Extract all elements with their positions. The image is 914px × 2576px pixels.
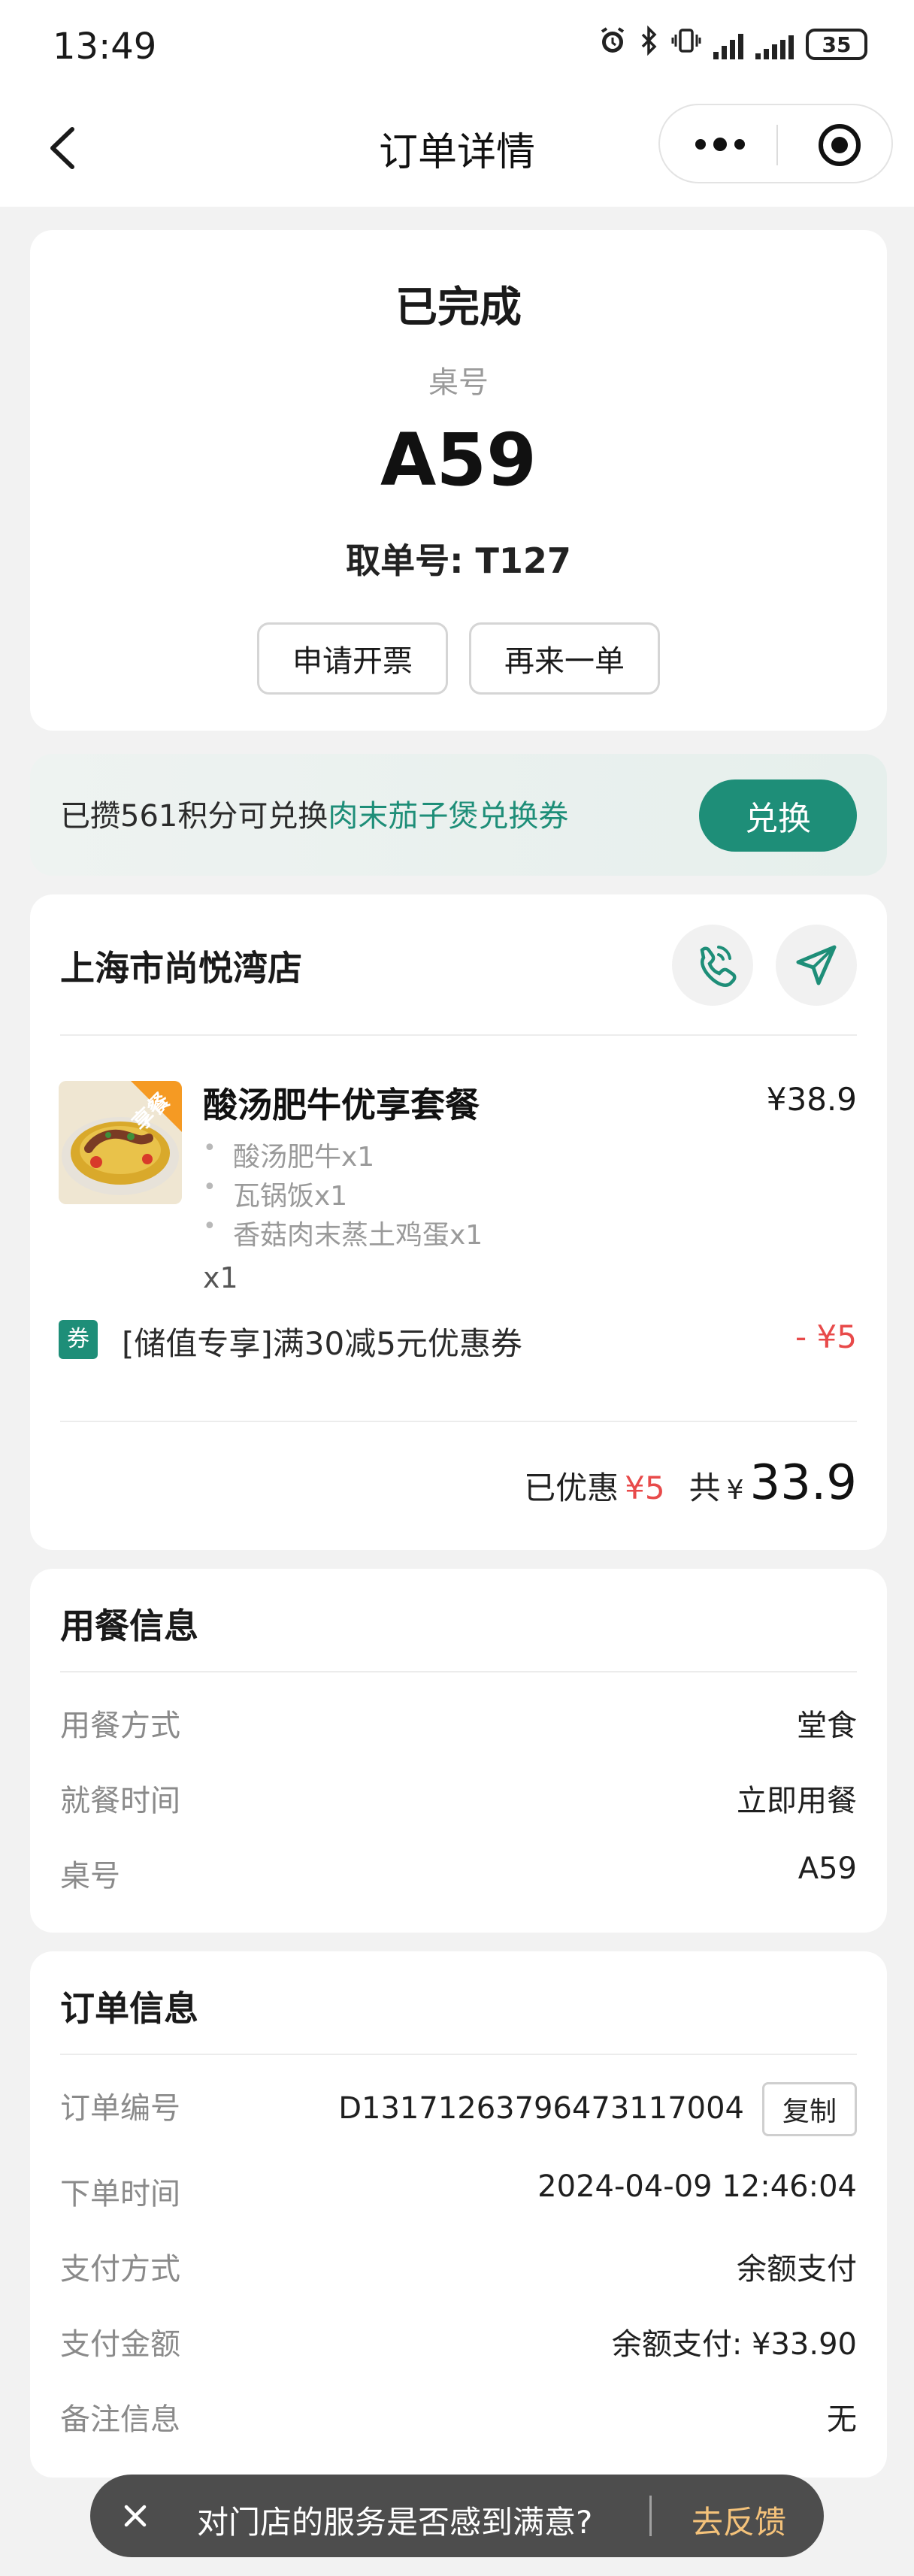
signal-icon-2 [755,29,794,59]
sub-item: 香菇肉末蒸土鸡蛋x1 [203,1213,483,1252]
discount-label: 已优惠 [524,1470,619,1506]
toast-divider [649,2496,652,2536]
discount-value: ¥5 [625,1470,665,1506]
row-value: 无 [827,2402,857,2437]
bluetooth-icon [640,25,659,63]
more-dots-icon[interactable] [690,131,750,158]
points-text-highlight[interactable]: 肉末茄子煲兑换券 [328,799,568,834]
row-label: 支付金额 [60,2327,180,2362]
product-quantity: x1 [203,1261,238,1294]
battery-icon: 35 [806,29,867,60]
order-summary: 已优惠 ¥5 共 ¥ 33.9 [524,1455,857,1511]
mini-program-capsule [658,104,893,183]
row-label: 支付方式 [60,2252,180,2287]
sub-item: 瓦锅饭x1 [203,1174,347,1213]
row-value: 余额支付: ¥33.90 [611,2327,857,2362]
order-status: 已完成 [395,283,522,332]
row-value: 2024-04-09 12:46:04 [537,2169,857,2204]
points-text-prefix: 已攒561积分可兑换 [60,799,328,834]
product-name: 酸汤肥牛优享套餐 [203,1085,480,1125]
capsule-divider [776,125,778,165]
store-name: 上海市尚悦湾店 [60,948,302,988]
order-info-card: 订单信息 订单编号 D1317126379647311700​4 复制 下单时间… [30,1951,887,2478]
coupon-tag-icon: 券 [59,1320,98,1359]
divider [60,1671,857,1672]
coupon-amount: - ¥5 [795,1318,857,1355]
nav-bar: 订单详情 [0,90,914,207]
section-title: 用餐信息 [60,1606,198,1646]
signal-icon [713,29,743,59]
divider [60,1421,857,1422]
row-label: 桌号 [60,1859,120,1893]
table-label: 桌号 [428,365,489,400]
close-icon[interactable] [120,2501,150,2531]
status-bar: 13:49 35 [0,0,914,90]
total-value: 33.9 [749,1455,858,1511]
row-value: 堂食 [797,1709,857,1743]
section-title: 订单信息 [60,1988,198,2029]
target-icon[interactable] [816,122,863,168]
store-order-card: 上海市尚悦湾店 享餐 酸汤肥牛优享套餐 ¥38.9 酸汤肥牛x1 瓦锅饭x1 香… [30,894,887,1550]
total-label: 共 [689,1470,721,1506]
row-value: A59 [797,1851,857,1886]
row-label: 用餐方式 [60,1709,180,1743]
request-invoice-button[interactable]: 申请开票 [257,622,448,695]
row-label: 就餐时间 [60,1784,180,1818]
navigation-arrow-icon[interactable] [776,925,857,1006]
alarm-icon [598,26,628,63]
coupon-text: [储值专享]满30减5元优惠券 [122,1325,522,1362]
pickup-number: 取单号: T127 [346,540,571,581]
divider [60,2054,857,2055]
status-time: 13:49 [53,26,157,68]
total-currency: ¥ [726,1475,744,1506]
reorder-button[interactable]: 再来一单 [469,622,660,695]
order-status-card: 已完成 桌号 A59 取单号: T127 申请开票 再来一单 [30,230,887,731]
row-value: 余额支付 [737,2252,857,2287]
phone-icon[interactable] [672,925,753,1006]
feedback-toast: 对门店的服务是否感到满意? 去反馈 [90,2475,824,2557]
row-label: 备注信息 [60,2402,180,2437]
points-banner: 已攒561积分可兑换肉末茄子煲兑换券 兑换 [30,754,887,876]
toast-text: 对门店的服务是否感到满意? [197,2504,593,2541]
redeem-button[interactable]: 兑换 [699,779,857,852]
row-label: 订单编号 [60,2091,180,2126]
table-number: A59 [380,418,537,502]
divider [60,1034,857,1036]
sub-item: 酸汤肥牛x1 [203,1135,374,1174]
row-value: 立即用餐 [737,1784,857,1818]
points-text: 已攒561积分可兑换肉末茄子煲兑换券 [60,792,568,835]
product-price: ¥38.9 [766,1081,857,1118]
feedback-link[interactable]: 去反馈 [692,2497,786,2543]
copy-button[interactable]: 复制 [762,2082,857,2136]
row-label: 下单时间 [60,2177,180,2211]
dining-info-card: 用餐信息 用餐方式 堂食 就餐时间 立即用餐 桌号 A59 [30,1569,887,1933]
order-number: D1317126379647311700​4 [338,2091,744,2126]
vibrate-icon [671,26,701,63]
status-icons: 35 [598,25,867,63]
product-image: 享餐 [59,1081,182,1204]
